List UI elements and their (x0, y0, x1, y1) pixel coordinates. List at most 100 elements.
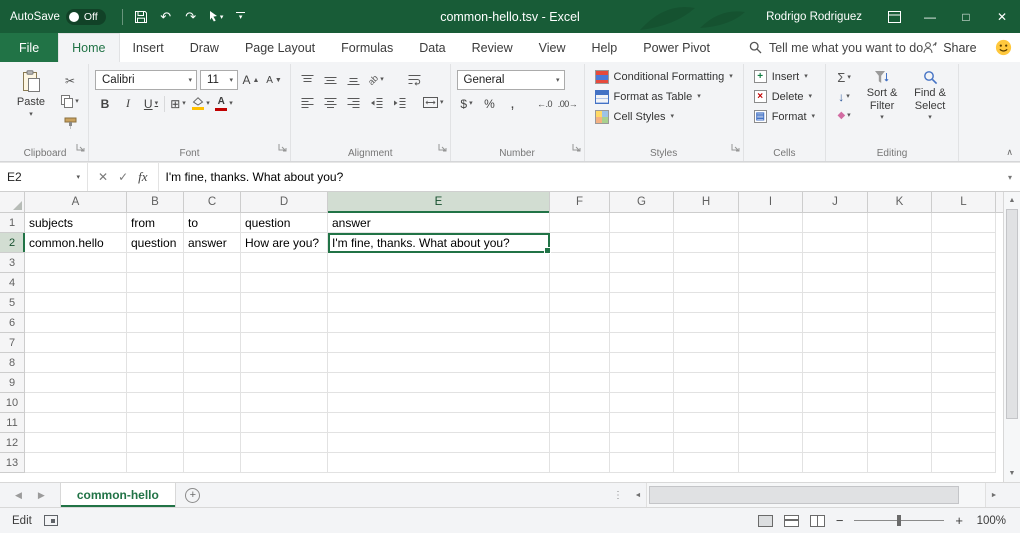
cell-J2[interactable] (803, 233, 868, 253)
align-right-button[interactable] (343, 93, 363, 112)
merge-center-button[interactable]: ▾ (423, 93, 444, 112)
vertical-scroll-thumb[interactable] (1006, 209, 1018, 419)
cell-K1[interactable] (868, 213, 932, 233)
shrink-font-button[interactable]: A▼ (264, 71, 284, 90)
cell-A13[interactable] (25, 453, 127, 473)
tab-file[interactable]: File (0, 33, 58, 62)
cell-G2[interactable] (610, 233, 674, 253)
cell-G13[interactable] (610, 453, 674, 473)
cell-E1[interactable]: answer (328, 213, 550, 233)
cell-L2[interactable] (932, 233, 996, 253)
collapse-ribbon-button[interactable]: ∧ (1006, 147, 1013, 158)
cell-E11[interactable] (328, 413, 550, 433)
cell-G1[interactable] (610, 213, 674, 233)
autosum-button[interactable]: Σ▾ (832, 69, 856, 86)
cell-A10[interactable] (25, 393, 127, 413)
cell-B4[interactable] (127, 273, 184, 293)
italic-button[interactable]: I (118, 94, 138, 113)
cell-H8[interactable] (674, 353, 739, 373)
row-header-1[interactable]: 1 (0, 213, 25, 233)
cell-D2[interactable]: How are you? (241, 233, 328, 253)
cell-C10[interactable] (184, 393, 241, 413)
cell-E12[interactable] (328, 433, 550, 453)
cell-C2[interactable]: answer (184, 233, 241, 253)
zoom-slider-handle[interactable] (897, 515, 901, 526)
clipboard-dialog-launcher[interactable] (76, 139, 85, 157)
touch-mouse-mode-button[interactable]: ▾ (205, 5, 227, 29)
tab-formulas[interactable]: Formulas (328, 33, 406, 62)
tab-home[interactable]: Home (58, 33, 119, 62)
cell-C1[interactable]: to (184, 213, 241, 233)
fill-color-button[interactable]: ▾ (191, 94, 211, 113)
cell-B12[interactable] (127, 433, 184, 453)
cell-D10[interactable] (241, 393, 328, 413)
cell-F5[interactable] (550, 293, 610, 313)
cell-E7[interactable] (328, 333, 550, 353)
cell-F9[interactable] (550, 373, 610, 393)
cell-K2[interactable] (868, 233, 932, 253)
cell-D8[interactable] (241, 353, 328, 373)
cell-J6[interactable] (803, 313, 868, 333)
cell-H5[interactable] (674, 293, 739, 313)
cell-H1[interactable] (674, 213, 739, 233)
tab-power-pivot[interactable]: Power Pivot (630, 33, 723, 62)
cell-J9[interactable] (803, 373, 868, 393)
cell-C12[interactable] (184, 433, 241, 453)
cell-B2[interactable]: question (127, 233, 184, 253)
sheet-nav-left-icon[interactable]: ◀ (15, 490, 22, 501)
font-size-combo[interactable]: 11 ▾ (200, 70, 238, 90)
increase-indent-button[interactable] (389, 93, 409, 112)
cell-L11[interactable] (932, 413, 996, 433)
cell-B1[interactable]: from (127, 213, 184, 233)
bold-button[interactable]: B (95, 94, 115, 113)
maximize-button[interactable]: □ (948, 0, 984, 33)
sheet-tab-common-hello[interactable]: common-hello (60, 483, 176, 507)
minimize-button[interactable]: — (912, 0, 948, 33)
cell-E3[interactable] (328, 253, 550, 273)
row-header-10[interactable]: 10 (0, 393, 25, 413)
cell-L7[interactable] (932, 333, 996, 353)
copy-button[interactable]: ▾ (58, 93, 82, 110)
cell-D5[interactable] (241, 293, 328, 313)
cell-H6[interactable] (674, 313, 739, 333)
cell-B8[interactable] (127, 353, 184, 373)
top-align-button[interactable] (297, 70, 317, 89)
cell-L12[interactable] (932, 433, 996, 453)
cell-H4[interactable] (674, 273, 739, 293)
column-header-H[interactable]: H (674, 192, 739, 212)
cell-A12[interactable] (25, 433, 127, 453)
cell-G4[interactable] (610, 273, 674, 293)
vertical-scrollbar[interactable]: ▲ ▼ (1003, 192, 1020, 482)
sheet-nav-right-icon[interactable]: ▶ (38, 490, 45, 501)
cell-H12[interactable] (674, 433, 739, 453)
scroll-down-button[interactable]: ▼ (1004, 465, 1020, 482)
cell-I6[interactable] (739, 313, 803, 333)
cell-A8[interactable] (25, 353, 127, 373)
horizontal-scroll-track[interactable] (646, 483, 986, 507)
customize-qat-button[interactable]: ▾ (230, 5, 252, 29)
share-button[interactable]: Share (923, 33, 976, 62)
cell-F3[interactable] (550, 253, 610, 273)
row-header-7[interactable]: 7 (0, 333, 25, 353)
cell-I13[interactable] (739, 453, 803, 473)
cell-I10[interactable] (739, 393, 803, 413)
zoom-slider[interactable] (854, 520, 944, 521)
cell-J7[interactable] (803, 333, 868, 353)
bottom-align-button[interactable] (343, 70, 363, 89)
horizontal-scrollbar[interactable]: ◄ ► (630, 483, 1002, 507)
cell-D12[interactable] (241, 433, 328, 453)
cell-A5[interactable] (25, 293, 127, 313)
cell-J4[interactable] (803, 273, 868, 293)
cell-L3[interactable] (932, 253, 996, 273)
cancel-button[interactable]: ✕ (98, 170, 108, 184)
zoom-in-button[interactable]: + (955, 513, 963, 528)
cell-E8[interactable] (328, 353, 550, 373)
cell-C6[interactable] (184, 313, 241, 333)
font-name-combo[interactable]: Calibri ▾ (95, 70, 197, 90)
cell-J8[interactable] (803, 353, 868, 373)
cell-B6[interactable] (127, 313, 184, 333)
cell-B13[interactable] (127, 453, 184, 473)
undo-button[interactable]: ↶ (155, 5, 177, 29)
cell-H13[interactable] (674, 453, 739, 473)
column-header-I[interactable]: I (739, 192, 803, 212)
